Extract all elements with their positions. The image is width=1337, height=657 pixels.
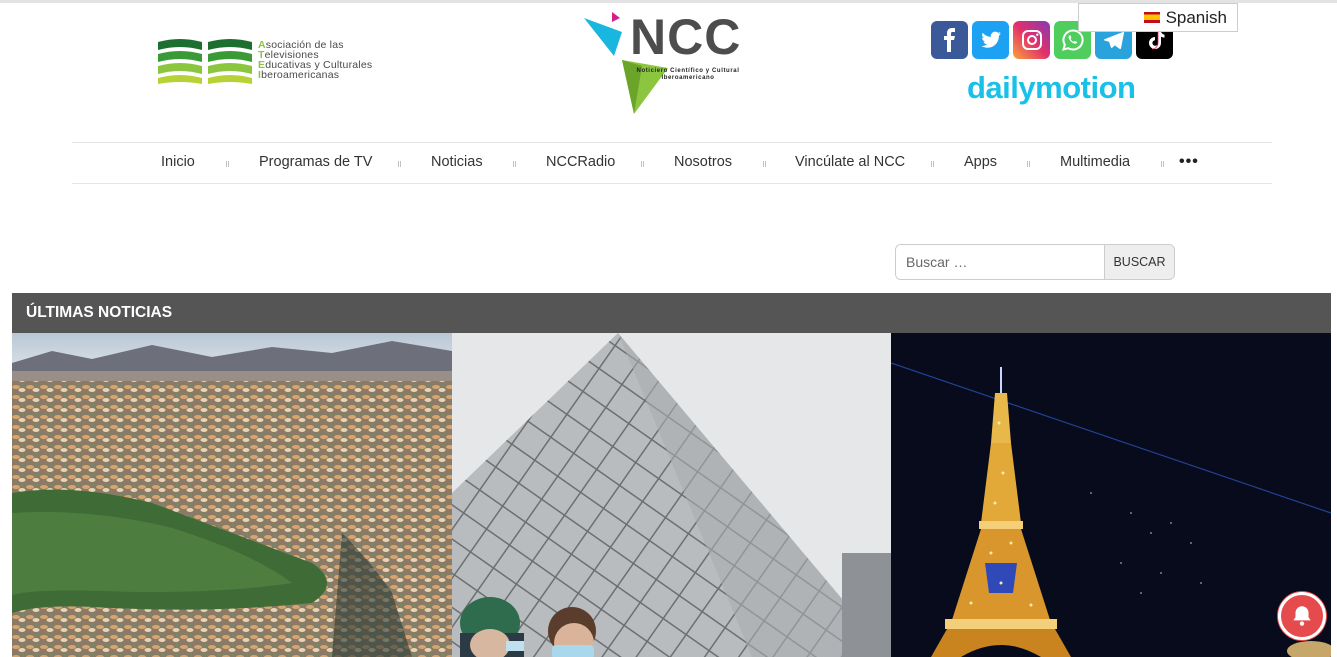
news-image-eiffel-tower (891, 333, 1331, 657)
nav-separator (763, 161, 766, 167)
nav-separator (1161, 161, 1164, 167)
instagram-icon[interactable] (1013, 21, 1050, 59)
nav-separator (641, 161, 644, 167)
nav-item-noticias[interactable]: Noticias (431, 154, 483, 170)
latest-news-header: ÚLTIMAS NOTICIAS (12, 293, 1331, 333)
atei-logo[interactable]: Asociación de las Televisiones Educativa… (158, 38, 418, 90)
nav-item-multimedia[interactable]: Multimedia (1060, 154, 1130, 170)
nav-item-programas-de-tv[interactable]: Programas de TV (259, 154, 372, 170)
news-image-louvre-pyramid (452, 333, 891, 657)
nav-item-apps[interactable]: Apps (964, 154, 997, 170)
nav-separator (513, 161, 516, 167)
news-tile-plastic-lake[interactable] (12, 333, 452, 657)
news-tile-eiffel[interactable] (891, 333, 1331, 657)
nav-separator (931, 161, 934, 167)
nav-item-nccradio[interactable]: NCCRadio (546, 154, 615, 170)
atei-wave-icon (158, 39, 252, 84)
search-input[interactable] (896, 245, 1104, 279)
notification-bell-icon[interactable] (1278, 592, 1326, 640)
nav-item-nosotros[interactable]: Nosotros (674, 154, 732, 170)
news-tile-louvre[interactable] (452, 333, 891, 657)
more-menu-icon[interactable]: ••• (1179, 153, 1199, 171)
latest-news-title: ÚLTIMAS NOTICIAS (26, 304, 173, 321)
search-form: BUSCAR (895, 244, 1175, 280)
dailymotion-link[interactable]: dailymotion (967, 70, 1136, 106)
main-nav: Inicio Programas de TV Noticias NCCRadio… (72, 142, 1272, 184)
nav-separator (226, 161, 229, 167)
nav-separator (1027, 161, 1030, 167)
facebook-icon[interactable] (931, 21, 968, 59)
ncc-logo[interactable]: NCC Noticiero Científico y Cultural Iber… (582, 8, 767, 118)
nav-item-inicio[interactable]: Inicio (161, 154, 195, 170)
news-image-plastic-pollution (12, 333, 452, 657)
nav-separator (398, 161, 401, 167)
language-label: Spanish (1165, 7, 1227, 27)
ncc-wordmark: NCC (630, 9, 742, 65)
atei-name: Asociación de las Televisiones Educativa… (258, 39, 373, 81)
spain-flag-icon (1143, 12, 1160, 23)
nav-item-vinculate[interactable]: Vincúlate al NCC (795, 154, 905, 170)
ncc-tagline: Noticiero Científico y Cultural Iberoame… (636, 68, 740, 81)
twitter-icon[interactable] (972, 21, 1009, 59)
language-selector[interactable]: Spanish (1078, 3, 1238, 32)
search-button[interactable]: BUSCAR (1104, 245, 1174, 279)
